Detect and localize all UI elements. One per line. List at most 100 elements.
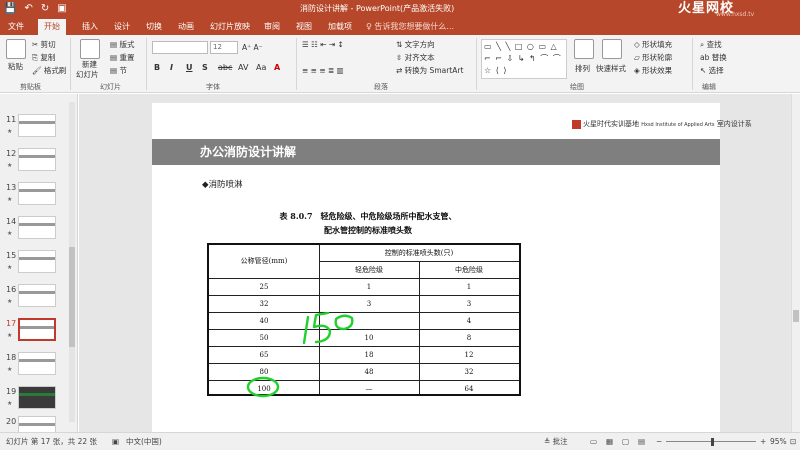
thumbnail-image [18, 284, 56, 307]
thumbnail-19[interactable]: 19 ★ [0, 386, 70, 418]
thumbnail-12[interactable]: 12 ★ [0, 148, 70, 180]
normal-view-icon[interactable]: ▭ [590, 433, 597, 450]
title-bar: 💾 ↶ ↻ ▣ 消防设计讲解 - PowerPoint(产品激活失败) 火星网校… [0, 0, 800, 18]
thumbnail-14[interactable]: 14 ★ [0, 216, 70, 248]
zoom-slider-handle[interactable] [711, 438, 714, 446]
slide-canvas[interactable]: 火星时代实训基地 Hxsd Institute of Applied Arts … [152, 103, 752, 432]
tab-view[interactable]: 视图 [290, 19, 318, 35]
tab-animations[interactable]: 动画 [172, 19, 200, 35]
new-slide-icon[interactable] [80, 39, 100, 59]
italic-button[interactable]: I [170, 62, 173, 74]
thumbnail-number: 12 [6, 149, 17, 158]
new-slide-button-line2[interactable]: 幻灯片 [76, 69, 99, 80]
shapes-gallery[interactable]: ▭ ╲ ╲ □ ○ ▭ △ ⌐ ⌐ ⇩ ↳ ↰ ⌒ ⌒ ☆ ⟨ ⟩ [481, 39, 567, 79]
change-case-button[interactable]: Aa [256, 62, 266, 74]
underline-button[interactable]: U [186, 62, 193, 74]
thumbnail-18[interactable]: 18 ★ [0, 352, 70, 384]
thumbnail-image [18, 318, 56, 341]
quick-styles-icon[interactable] [602, 39, 622, 59]
section-label: 节 [119, 66, 127, 75]
brand-mark-icon [572, 119, 581, 129]
list-buttons-icon[interactable]: ☰ ☷ ⇤ ⇥ ↕ [302, 39, 344, 50]
cut-button[interactable]: ✂ 剪切 [32, 39, 56, 50]
thumbnail-scrollbar[interactable] [69, 102, 75, 422]
notes-button[interactable]: ≜ 批注 [544, 433, 568, 450]
slide-scrollbar[interactable] [791, 94, 800, 432]
animation-star-icon: ★ [7, 332, 13, 339]
strikethrough-button[interactable]: abc [218, 62, 232, 74]
tab-addins[interactable]: 加载项 [322, 19, 358, 35]
animation-star-icon: ★ [7, 230, 13, 237]
spellcheck-icon[interactable]: ▣ [112, 433, 119, 450]
reading-view-icon[interactable]: ▢ [622, 433, 629, 450]
arrange-button[interactable]: 排列 [575, 63, 590, 74]
align-buttons-icon[interactable]: ≡ ≡ ≡ ≣ ▥ [302, 65, 344, 76]
text-direction-button[interactable]: ⇅ 文字方向 [396, 39, 435, 50]
smartart-button[interactable]: ⇄ 转换为 SmartArt [396, 65, 463, 76]
thumbnail-number: 20 [6, 417, 17, 426]
zoom-in-button[interactable]: + [760, 433, 766, 450]
align-text-button[interactable]: ⇳ 对齐文本 [396, 52, 435, 63]
quick-styles-button[interactable]: 快速样式 [596, 63, 626, 74]
ink-annotation[interactable] [204, 205, 532, 405]
tab-design[interactable]: 设计 [108, 19, 136, 35]
table-image[interactable]: 表 8.0.7 轻危险级、中危险级场所中配水支管、 配水管控制的标准喷头数 公称… [204, 205, 532, 405]
font-name-combo[interactable] [152, 41, 208, 54]
fit-slide-icon[interactable]: ⊡ [790, 433, 796, 450]
tab-insert[interactable]: 插入 [76, 19, 104, 35]
tab-file[interactable]: 文件 [2, 19, 30, 35]
present-icon[interactable]: ▣ [57, 2, 66, 16]
thumbnail-image [18, 182, 56, 205]
thumbnail-13[interactable]: 13 ★ [0, 182, 70, 214]
zoom-out-button[interactable]: − [656, 433, 662, 450]
tab-slideshow[interactable]: 幻灯片放映 [204, 19, 256, 35]
bold-button[interactable]: B [154, 62, 160, 74]
tab-review[interactable]: 审阅 [258, 19, 286, 35]
animation-star-icon: ★ [7, 298, 13, 305]
section-button[interactable]: ▤ 节 [110, 65, 127, 76]
redo-icon[interactable]: ↻ [41, 2, 49, 16]
paste-icon[interactable] [6, 39, 26, 59]
save-icon[interactable]: 💾 [4, 2, 16, 16]
thumbnail-16[interactable]: 16 ★ [0, 284, 70, 316]
thumbnail-15[interactable]: 15 ★ [0, 250, 70, 282]
language-indicator[interactable]: 中文(中国) [126, 433, 162, 450]
select-button[interactable]: ↖ 选择 [700, 65, 724, 76]
font-size-combo[interactable]: 12 [210, 41, 238, 54]
group-label-editing: 编辑 [702, 83, 716, 91]
separator [476, 38, 477, 90]
replace-button[interactable]: ab 替换 [700, 52, 727, 63]
paste-button[interactable]: 粘贴 [8, 61, 23, 72]
thumbnail-11[interactable]: 11 ★ [0, 114, 70, 146]
thumbnail-20[interactable]: 20 [0, 416, 70, 432]
thumbnail-image [18, 352, 56, 375]
font-color-button[interactable]: A [274, 62, 280, 74]
cut-label: 剪切 [40, 40, 56, 49]
group-label-clipboard: 剪贴板 [20, 83, 41, 91]
tell-me-search[interactable]: ♀ 告诉我您想要做什么... [366, 21, 454, 33]
format-painter-label: 格式刷 [43, 66, 67, 75]
find-button[interactable]: ⌕ 查找 [700, 39, 722, 50]
reset-button[interactable]: ▤ 重置 [110, 52, 134, 63]
tab-home[interactable]: 开始 [38, 19, 66, 35]
font-grow-icon[interactable]: A⁺ A⁻ [242, 42, 263, 53]
copy-button[interactable]: ⎘ 复制 [32, 52, 55, 63]
tab-transitions[interactable]: 切换 [140, 19, 168, 35]
sorter-view-icon[interactable]: ▦ [606, 433, 613, 450]
slideshow-view-icon[interactable]: ▤ [638, 433, 645, 450]
shape-effects-button[interactable]: ◈ 形状效果 [634, 65, 672, 76]
bullet-text[interactable]: ◆消防喷淋 [202, 179, 243, 191]
format-painter-button[interactable]: 🖌 格式刷 [32, 65, 66, 76]
thumbnail-17-selected[interactable]: 17 ★ [0, 318, 70, 350]
slide-title[interactable]: 办公消防设计讲解 [200, 144, 296, 160]
shape-fill-button[interactable]: ◇ 形状填充 [634, 39, 672, 50]
thumbnail-number: 13 [6, 183, 17, 192]
shape-outline-button[interactable]: ▱ 形状轮廓 [634, 52, 672, 63]
char-spacing-button[interactable]: AV [238, 62, 248, 74]
undo-icon[interactable]: ↶ [24, 2, 32, 16]
zoom-level[interactable]: 95% [770, 433, 787, 450]
arrange-icon[interactable] [574, 39, 594, 59]
shadow-button[interactable]: S [202, 62, 208, 74]
watermark-url: www.hxsd.tv [716, 11, 755, 18]
layout-button[interactable]: ▤ 版式 [110, 39, 134, 50]
